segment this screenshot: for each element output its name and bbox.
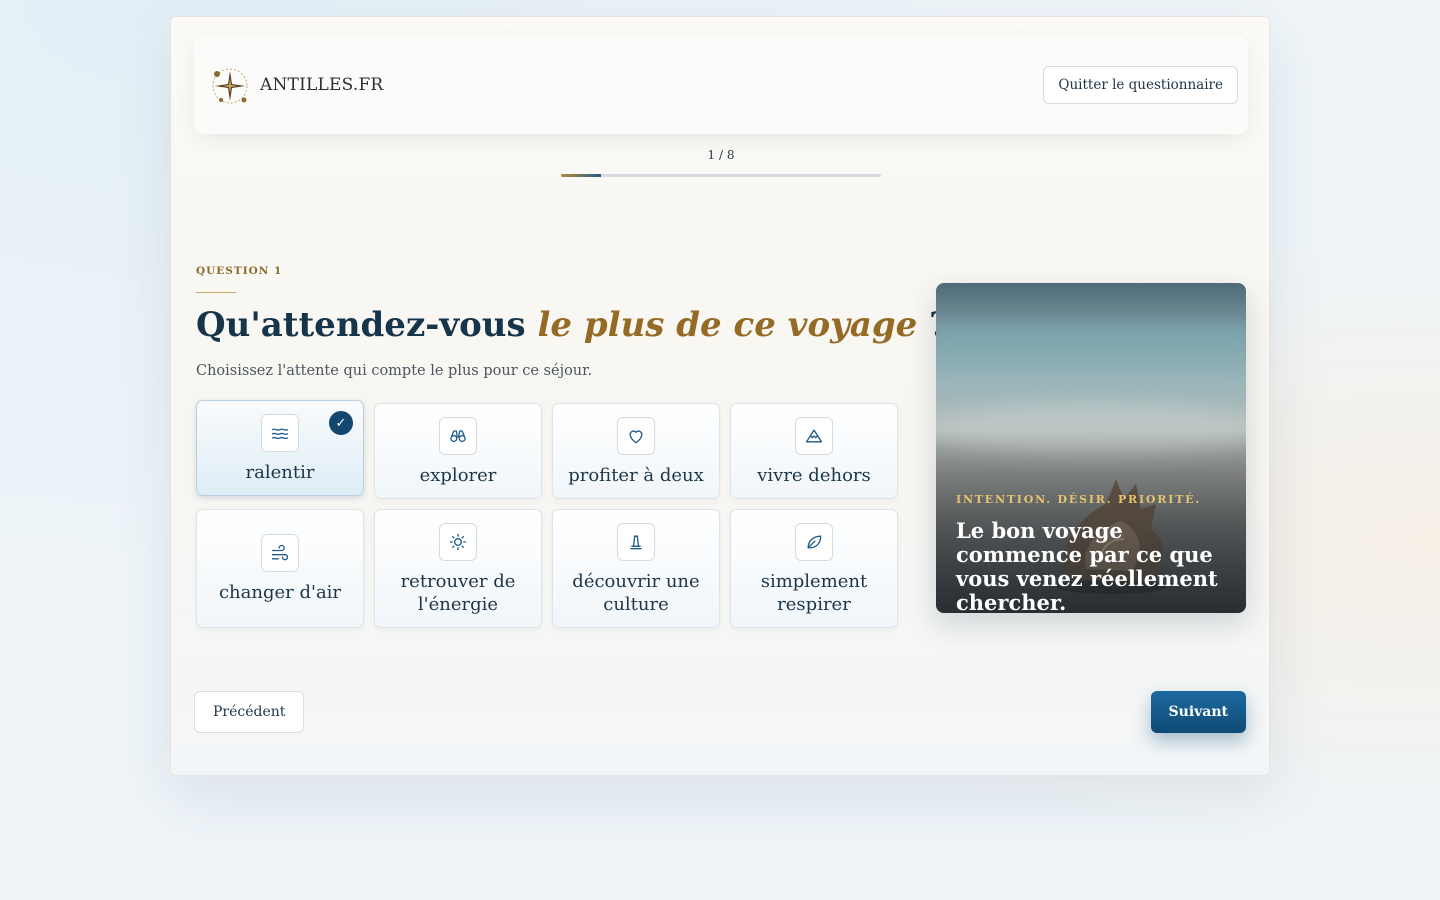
option-explorer[interactable]: explorer (374, 403, 542, 499)
previous-button[interactable]: Précédent (194, 691, 305, 733)
photo-kicker: INTENTION. DÉSIR. PRIORITÉ. (956, 493, 1201, 506)
photo-caption: Le bon voyage commence par ce que vous v… (956, 518, 1218, 614)
option-label: retrouver de l'énergie (400, 571, 516, 615)
question-title: Qu'attendez-vous le plus de ce voyage ? (196, 305, 949, 345)
logo[interactable]: ANTILLES.FR (208, 62, 383, 108)
compass-logo-icon (212, 68, 248, 104)
option-retrouver-energie[interactable]: retrouver de l'énergie (374, 509, 542, 628)
option-vivre-dehors[interactable]: vivre dehors (730, 403, 898, 499)
option-label: explorer (419, 465, 497, 486)
next-button[interactable]: Suivant (1150, 691, 1246, 733)
progress-counter: 1 / 8 (707, 148, 735, 162)
mountain-icon (795, 417, 833, 455)
option-label: découvrir une culture (572, 571, 700, 615)
wind-icon (261, 534, 299, 572)
question-title-start: Qu'attendez-vous (196, 305, 538, 345)
binoculars-icon (439, 417, 477, 455)
question-subtitle: Choisissez l'attente qui compte le plus … (196, 363, 593, 379)
question-kicker: QUESTION 1 (196, 265, 283, 277)
progress-bar (561, 174, 881, 177)
question-title-emphasis: le plus de ce voyage (537, 305, 918, 345)
questionnaire-card: ANTILLES.FR Quitter le questionnaire 1 /… (170, 16, 1270, 776)
option-decouvrir-culture[interactable]: découvrir une culture (552, 509, 720, 628)
conch-shell-beach-photo: INTENTION. DÉSIR. PRIORITÉ. Le bon voyag… (936, 283, 1246, 613)
waves-icon (261, 414, 299, 452)
option-label: profiter à deux (568, 465, 704, 486)
options-grid: ✓ ralentir explorer profiter à deux vivr… (196, 400, 898, 628)
option-simplement-respirer[interactable]: simplement respirer (730, 509, 898, 628)
option-changer-dair[interactable]: changer d'air (196, 509, 364, 628)
option-label: simplement respirer (760, 571, 868, 615)
kicker-divider (196, 292, 236, 293)
logo-text: ANTILLES.FR (260, 75, 384, 95)
progress-bar-fill (561, 174, 601, 177)
quit-questionnaire-button[interactable]: Quitter le questionnaire (1043, 66, 1238, 104)
option-label: ralentir (245, 462, 315, 483)
option-profiter-a-deux[interactable]: profiter à deux (552, 403, 720, 499)
leaf-icon (795, 523, 833, 561)
heart-icon (617, 417, 655, 455)
option-label: vivre dehors (757, 465, 871, 486)
sun-icon (439, 523, 477, 561)
header-bar: ANTILLES.FR Quitter le questionnaire (194, 36, 1248, 134)
option-ralentir[interactable]: ✓ ralentir (196, 400, 364, 496)
option-label: changer d'air (218, 582, 342, 603)
selected-check-icon: ✓ (329, 411, 353, 435)
monument-icon (617, 523, 655, 561)
